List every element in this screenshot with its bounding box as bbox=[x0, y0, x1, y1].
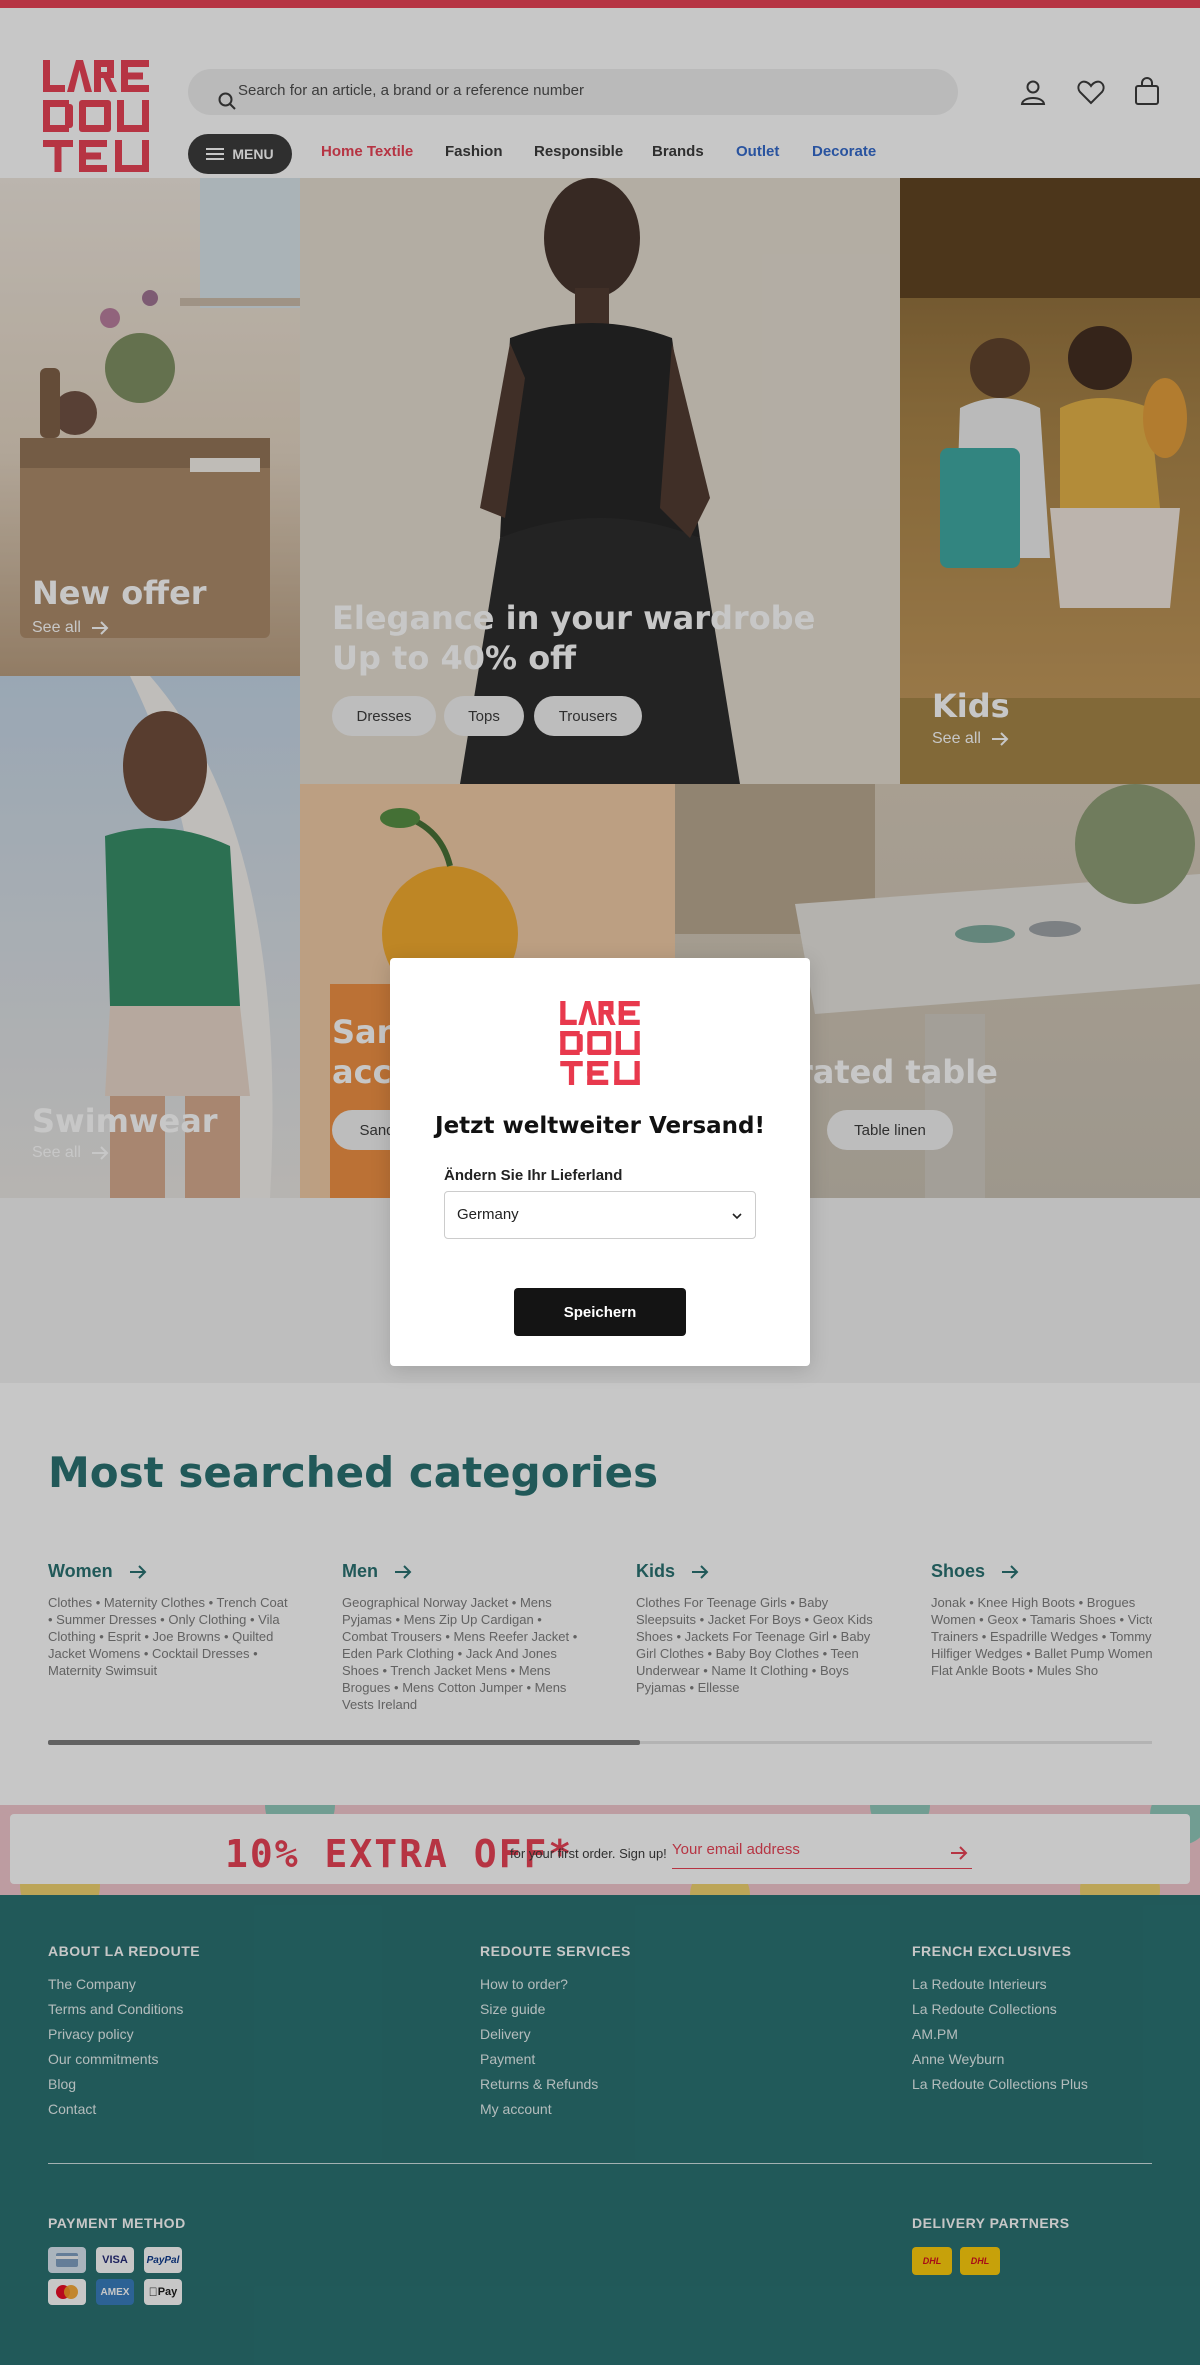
country-select[interactable]: Germany bbox=[444, 1191, 756, 1239]
country-select-label: Ändern Sie Ihr Lieferland bbox=[444, 1167, 623, 1184]
la-redoute-logo bbox=[560, 1001, 640, 1085]
country-select-value: Germany bbox=[457, 1206, 519, 1223]
modal-title: Jetzt weltweiter Versand! bbox=[435, 1113, 765, 1139]
save-button[interactable]: Speichern bbox=[514, 1288, 686, 1336]
chevron-down-icon bbox=[732, 1213, 742, 1220]
shipping-country-modal: Jetzt weltweiter Versand! Ändern Sie Ihr… bbox=[390, 958, 810, 1366]
